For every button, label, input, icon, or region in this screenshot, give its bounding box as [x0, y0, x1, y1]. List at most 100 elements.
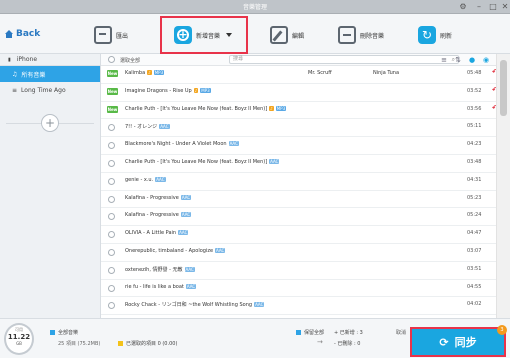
keep-all-summary[interactable]: 保留全部 — [296, 329, 324, 336]
table-row[interactable]: OLIVIA - A Little Pain AAC 04:47 — [101, 226, 496, 244]
track-duration: 03:56 — [467, 105, 482, 112]
table-row[interactable]: genie - x.u. AAC 04:31 — [101, 173, 496, 191]
table-row[interactable]: New Imagine Dragons - Rise Up ♪ MP3 03:52 ↶ — [101, 84, 496, 102]
table-row[interactable]: Kalafina - Progressive AAC 05:24 — [101, 208, 496, 227]
track-album: Ninja Tuna — [373, 70, 400, 76]
edit-label: 編輯 — [292, 32, 305, 40]
maximize-icon[interactable]: □ — [488, 2, 498, 12]
row-checkbox[interactable] — [108, 231, 115, 239]
refresh-button[interactable]: 刷新 — [418, 24, 452, 46]
mp3-badge: MP3 — [200, 87, 211, 93]
row-checkbox[interactable] — [108, 302, 115, 310]
selected-swatch — [118, 341, 123, 346]
track-duration: 04:02 — [467, 301, 482, 308]
scrollbar[interactable] — [496, 54, 510, 318]
track-duration: 03:48 — [467, 158, 482, 165]
table-row[interactable]: Rocky Chack - リンゴ日和 ~the Wolf Whistling … — [101, 297, 496, 316]
keep-all-label: 保留全部 — [304, 330, 325, 336]
aac-badge: AAC — [254, 302, 265, 308]
table-row[interactable]: Onerepublic, timbaland - Apologize AAC 03:… — [101, 244, 496, 262]
aac-badge: AAC — [180, 194, 192, 200]
table-row[interactable]: Charlie Puth - [It's You Leave Me Now (f… — [101, 155, 496, 173]
delete-icon — [338, 26, 356, 44]
cancel-button[interactable]: 取消 — [396, 329, 406, 336]
row-checkbox[interactable] — [108, 248, 115, 256]
table-row[interactable]: 7!! - オレンジ AAC 05:11 — [101, 119, 496, 138]
close-icon[interactable]: ✕ — [500, 2, 510, 12]
back-label: Back — [16, 29, 41, 39]
track-artist: Mr. Scruff — [308, 70, 332, 76]
selected-label: 已選取的項目 0 (0.00) — [126, 341, 178, 347]
aac-badge: AAC — [184, 266, 195, 272]
playlist-icon: ≡ — [12, 86, 18, 94]
flag-badge: ♪ — [269, 105, 274, 111]
list-view-icon[interactable]: ≡ — [439, 55, 449, 65]
row-checkbox[interactable] — [108, 142, 115, 150]
storage-indicator: 可用 11.22 GB — [4, 323, 34, 355]
sync-count-badge: 3 — [497, 325, 507, 335]
music-icon[interactable]: ● — [467, 55, 477, 65]
row-checkbox[interactable] — [108, 284, 115, 292]
track-title: Kalimba — [125, 70, 146, 76]
device-item[interactable]: ▮ iPhone — [0, 54, 100, 66]
export-button[interactable]: 匯出 — [94, 24, 128, 46]
row-checkbox[interactable] — [108, 213, 115, 221]
table-row[interactable]: Blackmore's Night - Under A Violet Moon A… — [101, 137, 496, 155]
window-title: 音樂管理 — [242, 4, 267, 11]
export-icon — [94, 26, 112, 44]
aac-badge: AAC — [215, 247, 226, 253]
sidebar-item-label: Long Time Ago — [21, 86, 66, 94]
track-name: Charlie Puth - [It's You Leave Me Now (f… — [125, 158, 280, 165]
track-duration: 05:24 — [467, 212, 482, 219]
track-name: Onerepublic, timbaland - Apologize AAC — [125, 247, 226, 254]
track-title: genie - x.u. — [125, 176, 154, 183]
track-name: Charlie Puth - [It's You Leave Me Now (f… — [125, 105, 287, 112]
gear-icon[interactable]: ⚙ — [458, 2, 468, 12]
mp3-badge: MP3 — [153, 70, 165, 75]
all-music-summary: 全部音樂 — [50, 329, 78, 336]
track-duration: 04:55 — [467, 283, 482, 290]
delete-music-button[interactable]: 刪除音樂 — [338, 24, 384, 46]
window-titlebar: 音樂管理 ⚙ – □ ✕ — [0, 0, 510, 14]
table-row[interactable]: Kalafina - Progressive AAC 05:23 — [101, 191, 496, 209]
all-music-detail: 25 項目 (75.2MB) — [58, 341, 101, 347]
track-title: oxtenezih, 情野發 - 无敵 — [125, 266, 183, 273]
sync-button[interactable]: ⟳ 同步 — [410, 327, 506, 357]
select-all-checkbox[interactable] — [108, 56, 115, 63]
track-duration: 03:51 — [467, 265, 482, 272]
deleted-count: - 已刪除 : 0 — [334, 341, 361, 347]
table-row[interactable]: rie fu - life is like a boat AAC 04:55 — [101, 280, 496, 298]
minimize-icon[interactable]: – — [474, 2, 484, 12]
table-row[interactable]: oxtenezih, 情野發 - 无敵 AAC 03:51 — [101, 262, 496, 280]
all-music-swatch — [50, 330, 55, 335]
sidebar-item-all-music[interactable]: ♫ 所有音樂 — [0, 66, 100, 82]
aac-badge: AAC — [159, 124, 170, 130]
back-button[interactable]: Back — [4, 28, 40, 40]
edit-button[interactable]: 編輯 — [270, 24, 304, 46]
search-input[interactable]: 搜尋 ⌕ — [229, 55, 459, 64]
row-checkbox[interactable] — [108, 195, 115, 203]
search-placeholder: 搜尋 — [233, 56, 244, 62]
sidebar-item-playlist[interactable]: ≡ Long Time Ago — [0, 82, 100, 98]
track-title: Kalafina - Progressive — [125, 212, 179, 219]
track-name: Imagine Dragons - Rise Up ♪ MP3 — [125, 87, 211, 94]
row-checkbox[interactable] — [108, 124, 115, 132]
scroll-thumb[interactable] — [500, 60, 507, 116]
track-title: rie fu - life is like a boat — [125, 283, 184, 290]
track-name: OLIVIA - A Little Pain AAC — [125, 230, 189, 236]
home-icon — [4, 29, 14, 39]
sort-icon[interactable]: ⇅ — [453, 55, 463, 65]
table-row[interactable]: New Kalimba ♪ MP3 Mr. Scruff Ninja Tuna 05:48 ↶ — [101, 66, 496, 84]
table-row[interactable]: New Charlie Puth - [It's You Leave Me Now… — [101, 102, 496, 120]
sync-icon: ⟳ — [439, 335, 449, 349]
track-title: Charlie Puth - [It's You Leave Me Now (f… — [125, 158, 268, 165]
mp3-badge: MP3 — [275, 105, 287, 111]
aac-badge: AAC — [228, 141, 239, 147]
row-checkbox[interactable] — [108, 266, 115, 274]
add-playlist-button[interactable]: + — [41, 114, 59, 132]
row-checkbox[interactable] — [108, 159, 115, 167]
settings-circle-icon[interactable]: ◉ — [481, 55, 491, 65]
row-checkbox[interactable] — [108, 177, 115, 185]
list-header: 選取全部 搜尋 ⌕ ≡ ⇅ ● ◉ — [101, 54, 496, 66]
toolbar: Back 匯出 新增音樂 編輯 刪除音樂 刷新 — [0, 14, 510, 54]
